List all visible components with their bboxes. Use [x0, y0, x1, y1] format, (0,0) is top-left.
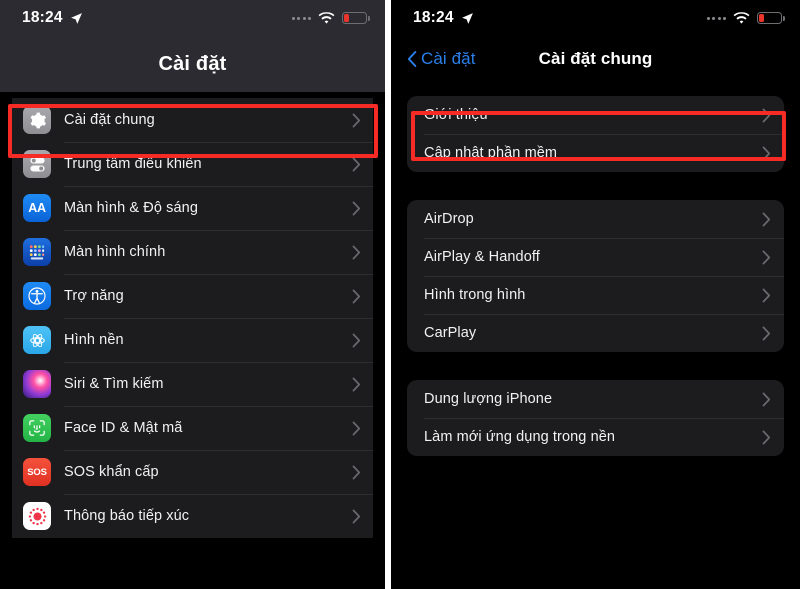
right-phone-screen: 18:24 Cài đặt Cài đặt chung Giới thiệu C…: [391, 0, 800, 589]
page-title: Cài đặt: [158, 52, 227, 75]
chevron-right-icon: [352, 289, 361, 303]
settings-row[interactable]: Cài đặt chung: [12, 98, 373, 142]
settings-row-label: Hình nền: [64, 332, 124, 348]
settings-row[interactable]: Hình nền: [12, 318, 373, 362]
chevron-right-icon: [352, 245, 361, 259]
status-bar-left: 18:24: [413, 9, 474, 27]
status-time: 18:24: [413, 9, 454, 26]
settings-row[interactable]: Giới thiệu: [407, 96, 784, 134]
signal-dots-icon: [706, 16, 726, 20]
settings-group: Giới thiệu Cập nhật phần mềm: [407, 96, 784, 172]
settings-row-label: Giới thiệu: [424, 107, 488, 123]
settings-row[interactable]: SOS SOS khẩn cấp: [12, 450, 373, 494]
settings-row-label: Cập nhật phần mềm: [424, 145, 558, 161]
display-brightness-icon: AA: [23, 194, 51, 222]
wallpaper-icon: [23, 326, 51, 354]
exposure-notification-icon: [23, 502, 51, 530]
right-status-bar: 18:24: [391, 0, 800, 36]
chevron-right-icon: [352, 333, 361, 347]
settings-row[interactable]: Trung tâm điều khiển: [12, 142, 373, 186]
siri-icon: [23, 370, 51, 398]
chevron-right-icon: [352, 465, 361, 479]
battery-low-icon: [342, 11, 370, 25]
settings-row-label: AirPlay & Handoff: [424, 249, 540, 265]
settings-row[interactable]: AA Màn hình & Độ sáng: [12, 186, 373, 230]
signal-dots-icon: [291, 16, 311, 20]
chevron-right-icon: [352, 157, 361, 171]
settings-row[interactable]: Màn hình chính: [12, 230, 373, 274]
gear-icon: [23, 106, 51, 134]
general-settings-body: Giới thiệu Cập nhật phần mềm AirDrop AirPla…: [391, 82, 800, 456]
settings-row[interactable]: AirDrop: [407, 200, 784, 238]
home-screen-icon: [23, 238, 51, 266]
screenshot-stage: 18:24 Cài đặt Cài đặt chung Trung tâm điề…: [0, 0, 800, 589]
settings-row[interactable]: Siri & Tìm kiếm: [12, 362, 373, 406]
settings-list-body: Cài đặt chung Trung tâm điều khiển AA Màn h…: [0, 92, 385, 589]
accessibility-icon: [23, 282, 51, 310]
settings-row[interactable]: Face ID & Mật mã: [12, 406, 373, 450]
control-center-icon: [23, 150, 51, 178]
left-status-bar: 18:24: [0, 0, 385, 36]
battery-low-icon: [757, 11, 785, 25]
chevron-right-icon: [352, 377, 361, 391]
chevron-right-icon: [762, 212, 771, 226]
settings-row[interactable]: Thông báo tiếp xúc: [12, 494, 373, 538]
chevron-right-icon: [352, 421, 361, 435]
chevron-right-icon: [352, 113, 361, 127]
settings-row-label: Màn hình & Độ sáng: [64, 200, 198, 216]
settings-row[interactable]: Hình trong hình: [407, 276, 784, 314]
wifi-icon: [318, 11, 335, 24]
settings-row-label: Làm mới ứng dụng trong nền: [424, 429, 616, 445]
settings-row-label: CarPlay: [424, 325, 477, 341]
settings-group: AirDrop AirPlay & Handoff Hình trong hình C…: [407, 200, 784, 352]
settings-row-label: Hình trong hình: [424, 287, 526, 303]
sos-icon: SOS: [23, 458, 51, 486]
status-time: 18:24: [22, 9, 63, 26]
settings-row-label: Trợ năng: [64, 288, 124, 304]
status-bar-right: [706, 11, 785, 25]
chevron-right-icon: [762, 430, 771, 444]
settings-group: Dung lượng iPhone Làm mới ứng dụng trong …: [407, 380, 784, 456]
settings-row-label: Dung lượng iPhone: [424, 391, 553, 407]
settings-row-label: Trung tâm điều khiển: [64, 156, 202, 172]
location-arrow-icon: [70, 12, 82, 24]
settings-row[interactable]: CarPlay: [407, 314, 784, 352]
settings-row-label: Thông báo tiếp xúc: [64, 508, 190, 524]
settings-row-label: Face ID & Mật mã: [64, 420, 183, 436]
settings-row-label: SOS khẩn cấp: [64, 464, 159, 480]
settings-row-label: Cài đặt chung: [64, 112, 155, 128]
chevron-right-icon: [352, 201, 361, 215]
chevron-right-icon: [352, 509, 361, 523]
left-header: Cài đặt: [0, 36, 385, 92]
face-id-icon: [23, 414, 51, 442]
settings-row-label: AirDrop: [424, 211, 474, 227]
chevron-right-icon: [762, 288, 771, 302]
chevron-right-icon: [762, 108, 771, 122]
left-phone-screen: 18:24 Cài đặt Cài đặt chung Trung tâm điề…: [0, 0, 385, 589]
chevron-right-icon: [762, 146, 771, 160]
back-button-label: Cài đặt: [421, 49, 476, 68]
back-button[interactable]: Cài đặt: [407, 49, 476, 69]
chevron-left-icon: [407, 51, 417, 67]
settings-row[interactable]: AirPlay & Handoff: [407, 238, 784, 276]
settings-row[interactable]: Dung lượng iPhone: [407, 380, 784, 418]
status-bar-left: 18:24: [22, 9, 83, 27]
settings-row[interactable]: Cập nhật phần mềm: [407, 134, 784, 172]
chevron-right-icon: [762, 392, 771, 406]
chevron-right-icon: [762, 250, 771, 264]
settings-list: Cài đặt chung Trung tâm điều khiển AA Màn h…: [12, 98, 373, 538]
status-bar-right: [291, 11, 370, 25]
settings-row-label: Siri & Tìm kiếm: [64, 376, 164, 392]
settings-row[interactable]: Trợ năng: [12, 274, 373, 318]
settings-row[interactable]: Làm mới ứng dụng trong nền: [407, 418, 784, 456]
wifi-icon: [733, 11, 750, 24]
location-arrow-icon: [461, 12, 473, 24]
navigation-bar: Cài đặt Cài đặt chung: [391, 36, 800, 82]
settings-row-label: Màn hình chính: [64, 244, 166, 260]
chevron-right-icon: [762, 326, 771, 340]
